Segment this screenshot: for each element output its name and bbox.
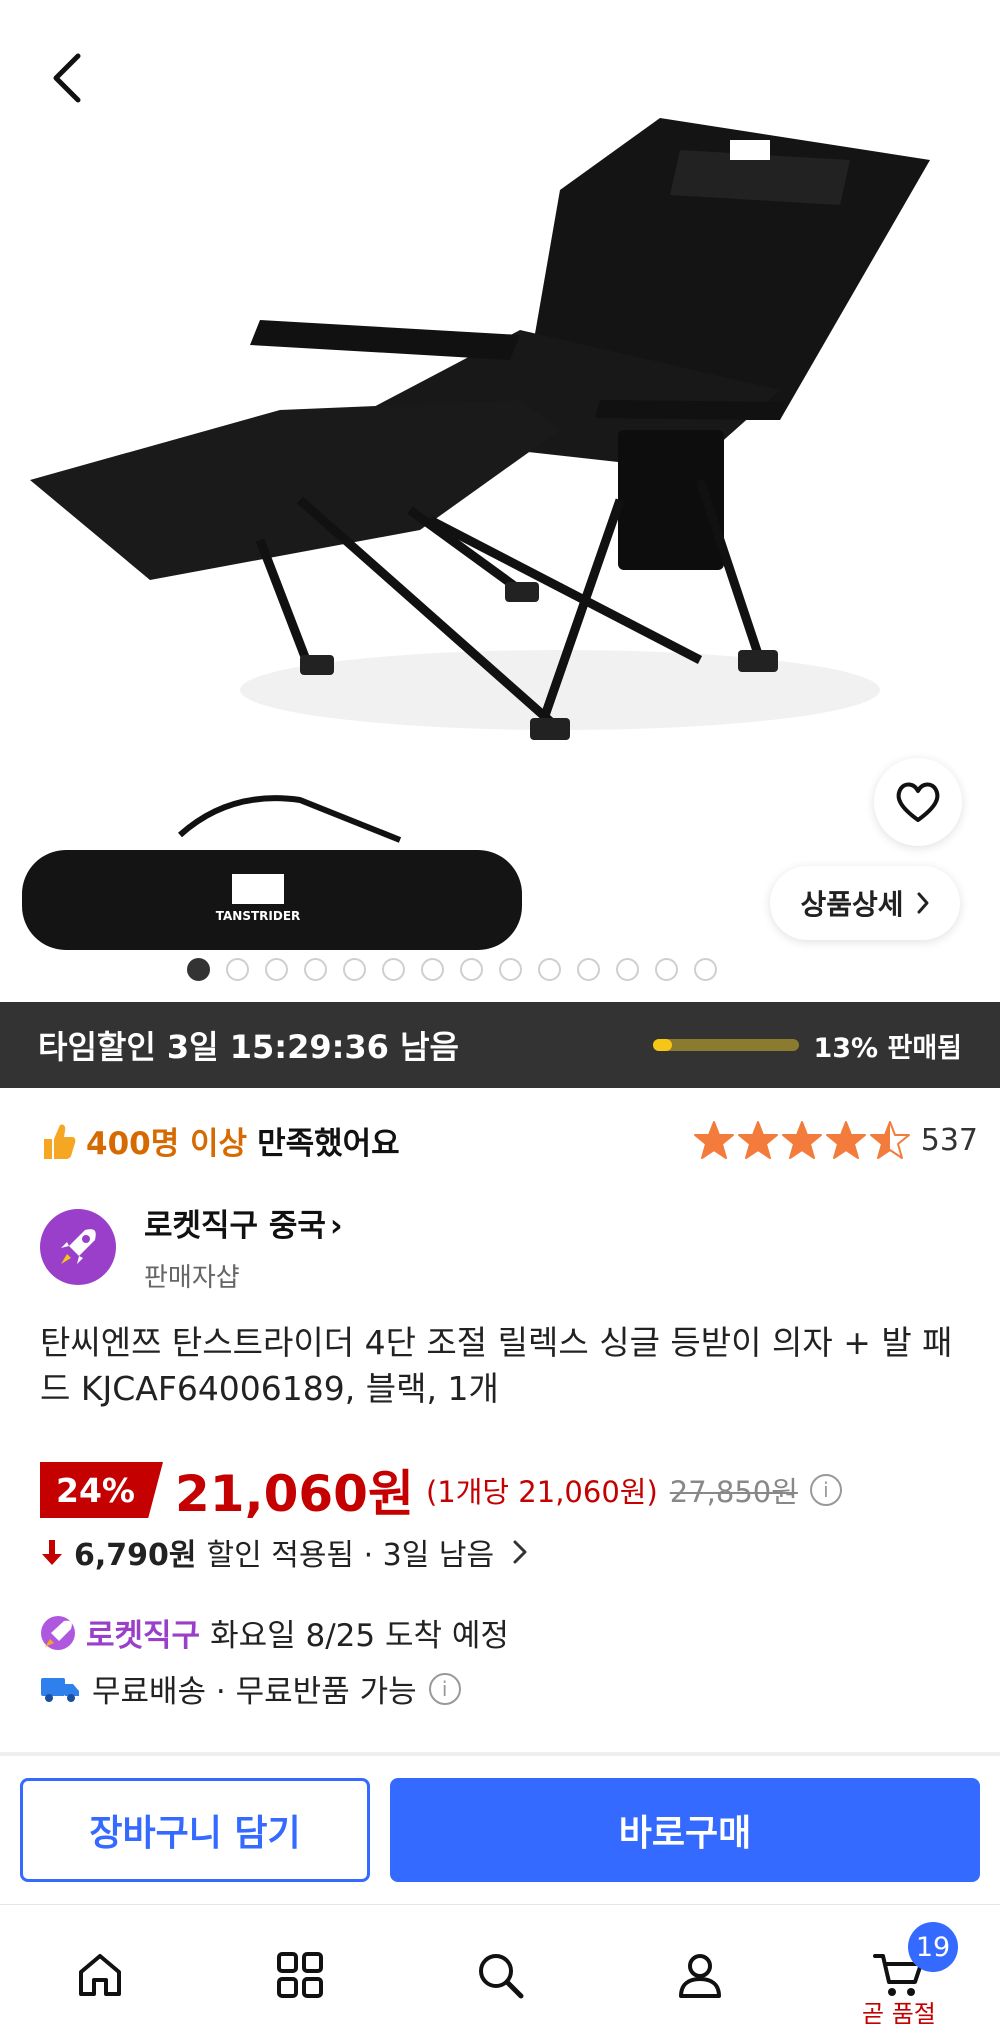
original-price: 27,850원 xyxy=(669,1475,798,1509)
rating-summary[interactable]: 537 xyxy=(693,1120,978,1160)
price-row: 24% 21,060원 (1개당 21,060원) 27,850원 i xyxy=(40,1454,842,1526)
home-icon xyxy=(79,1954,121,1996)
back-button[interactable] xyxy=(40,50,96,106)
unit-price: (1개당 21,060원) xyxy=(425,1475,658,1509)
info-icon[interactable]: i xyxy=(428,1672,461,1705)
pagination-dot[interactable] xyxy=(694,958,717,981)
sold-out-soon-label: 곧 품절 xyxy=(862,2000,936,2028)
pagination-dot[interactable] xyxy=(265,958,288,981)
pagination-dot[interactable] xyxy=(304,958,327,981)
image-pagination[interactable] xyxy=(0,958,952,981)
pagination-dot[interactable] xyxy=(187,958,210,981)
nav-home[interactable] xyxy=(70,1945,130,2005)
sold-progress-bar xyxy=(653,1039,800,1051)
thumbs-up-icon xyxy=(44,1123,76,1159)
product-detail-button[interactable]: 상품상세 xyxy=(770,866,960,940)
product-title: 탄씨엔쯔 탄스트라이더 4단 조절 릴렉스 싱글 등받이 의자 + 발 패드 K… xyxy=(40,1323,953,1408)
shipping-text: 무료배송 · 무료반품 가능 xyxy=(92,1674,417,1710)
pagination-dot[interactable] xyxy=(460,958,483,981)
pagination-dot[interactable] xyxy=(538,958,561,981)
cart-count-badge: 19 xyxy=(908,1922,958,1972)
rocket-icon xyxy=(61,1229,96,1264)
bag-logo-text: TANSTRIDER xyxy=(216,909,301,923)
pagination-dot[interactable] xyxy=(382,958,405,981)
arrow-down-icon xyxy=(42,1540,62,1565)
sold-percent-label: 13% 판매됨 xyxy=(813,1032,962,1064)
add-to-cart-button[interactable]: 장바구니 담기 xyxy=(20,1778,370,1882)
sale-price: 21,060원 xyxy=(175,1465,414,1523)
pagination-dot[interactable] xyxy=(616,958,639,981)
search-icon xyxy=(479,1954,524,1999)
grid-icon xyxy=(277,1952,323,1998)
satisfaction-row: 400명 이상 만족했어요 xyxy=(40,1118,400,1163)
shipping-row: 무료배송 · 무료반품 가능 i xyxy=(40,1666,461,1711)
product-image: TANSTRIDER xyxy=(22,118,930,950)
discount-badge: 24% xyxy=(40,1462,163,1518)
pagination-dot[interactable] xyxy=(343,958,366,981)
info-icon[interactable]: i xyxy=(809,1474,842,1506)
nav-my-account[interactable] xyxy=(670,1945,730,2005)
seller-shop-label: 판매자샵 xyxy=(144,1263,240,1293)
pagination-dot[interactable] xyxy=(421,958,444,981)
sold-progress-fill xyxy=(653,1039,673,1051)
chevron-right-icon xyxy=(917,892,929,914)
star-icon xyxy=(869,1121,910,1159)
star-icon xyxy=(737,1121,778,1159)
review-count: 537 xyxy=(920,1122,978,1158)
satisfaction-suffix: 만족했어요 xyxy=(257,1126,400,1162)
product-image-gallery[interactable]: TANSTRIDER 상품상세 xyxy=(0,0,1000,1000)
divider xyxy=(0,1752,1000,1756)
buy-now-button[interactable]: 바로구매 xyxy=(390,1778,980,1882)
discount-text: 할인 적용됨 · 3일 남음 xyxy=(206,1538,495,1573)
nav-search[interactable] xyxy=(470,1945,530,2005)
discount-info-row[interactable]: 6,790원 할인 적용됨 · 3일 남음 xyxy=(40,1530,528,1574)
discount-amount: 6,790원 xyxy=(74,1538,197,1573)
chevron-left-icon xyxy=(53,53,81,103)
star-icon xyxy=(825,1121,866,1159)
seller-info[interactable]: 로켓직구 중국 › 판매자샵 xyxy=(40,1200,343,1294)
star-icon xyxy=(693,1121,734,1159)
nav-categories[interactable] xyxy=(270,1945,330,2005)
pagination-dot[interactable] xyxy=(499,958,522,981)
time-sale-countdown: 타임할인 3일 15:29:36 남음 xyxy=(38,1028,459,1066)
pagination-dot[interactable] xyxy=(577,958,600,981)
heart-icon xyxy=(896,782,940,822)
seller-name-link[interactable]: 로켓직구 중국 › xyxy=(144,1200,343,1245)
arrival-date: 화요일 8/25 도착 예정 xyxy=(210,1618,509,1654)
wishlist-button[interactable] xyxy=(874,758,962,846)
user-icon xyxy=(679,1954,721,1998)
bottom-navigation xyxy=(0,1904,1000,2034)
product-detail-label: 상품상세 xyxy=(800,888,904,921)
star-icon xyxy=(781,1121,822,1159)
rocket-direct-label: 로켓직구 xyxy=(86,1618,201,1654)
pagination-dot[interactable] xyxy=(226,958,249,981)
chevron-right-icon xyxy=(513,1540,527,1564)
truck-icon xyxy=(41,1677,79,1702)
rocket-icon xyxy=(41,1615,75,1650)
satisfaction-count: 400명 이상 xyxy=(86,1126,248,1162)
time-sale-banner: 타임할인 3일 15:29:36 남음 13% 판매됨 xyxy=(0,1002,1000,1088)
delivery-row: 로켓직구 화요일 8/25 도착 예정 xyxy=(40,1610,509,1655)
pagination-dot[interactable] xyxy=(655,958,678,981)
seller-avatar xyxy=(40,1209,116,1285)
star-rating xyxy=(693,1120,911,1160)
